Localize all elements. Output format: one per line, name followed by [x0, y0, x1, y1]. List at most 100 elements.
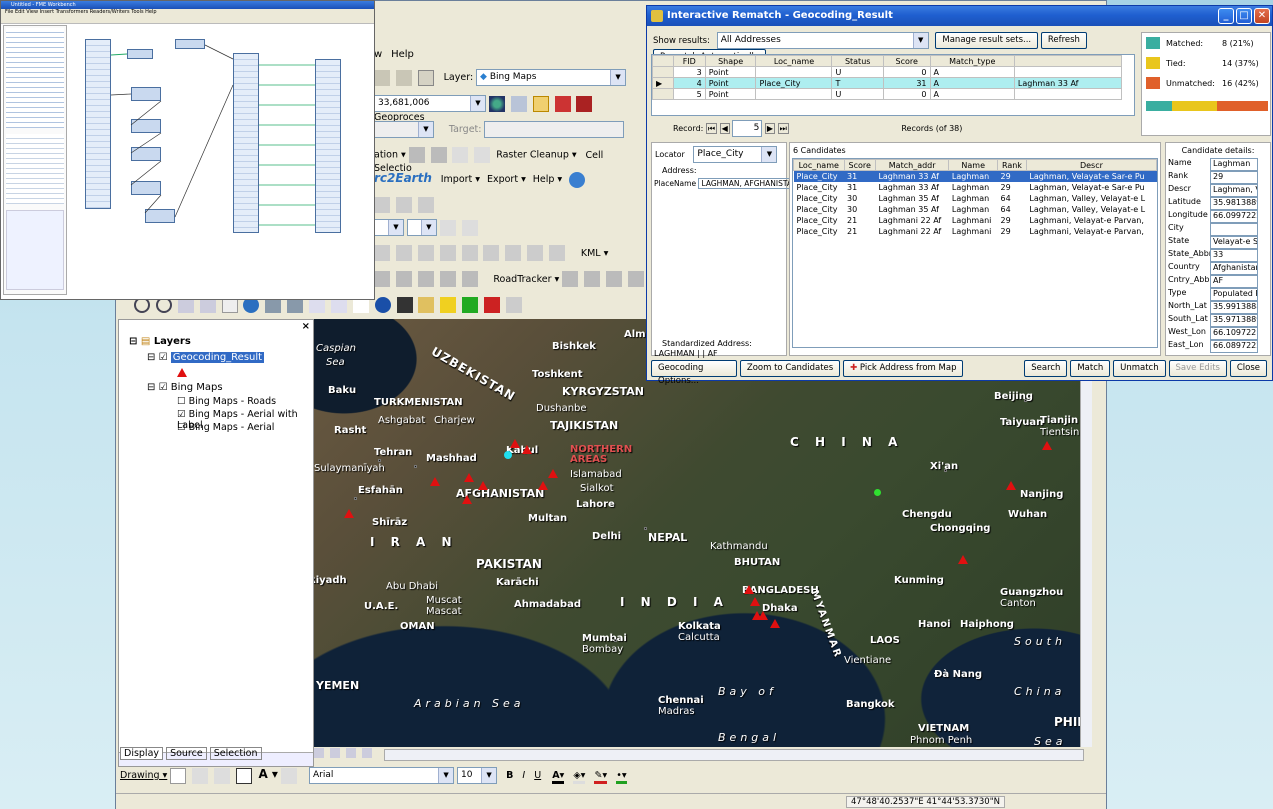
- candidate-point-marker[interactable]: [874, 489, 881, 496]
- toolbar-icon[interactable]: [374, 245, 390, 261]
- detail-value[interactable]: 66.0897222002: [1210, 340, 1258, 353]
- italic-button[interactable]: I: [522, 770, 525, 781]
- refresh-icon[interactable]: [345, 748, 356, 758]
- candidate-row[interactable]: Place_City 21 Laghmani 22 Af Laghmani 29 Lagh…: [794, 215, 1157, 226]
- toc-layer-bing-aerial[interactable]: ☐ Bing Maps - Aerial: [177, 422, 274, 433]
- zoom-to-candidates-button[interactable]: Zoom to Candidates: [739, 360, 841, 377]
- manage-result-sets-button[interactable]: Manage result sets...: [935, 32, 1039, 49]
- collapse-icon[interactable]: ⊟: [129, 336, 137, 347]
- layer-checkbox[interactable]: ☑: [177, 409, 186, 420]
- results-column-header[interactable]: Status: [831, 55, 884, 67]
- text-icon[interactable]: A ▾: [258, 767, 278, 781]
- target-dropdown[interactable]: [484, 121, 625, 138]
- placename-field[interactable]: LAGHMAN, AFGHANISTAN: [698, 178, 801, 189]
- toolbar-icon[interactable]: [374, 69, 390, 86]
- close-button[interactable]: Close: [1229, 360, 1267, 377]
- tool-dropdown[interactable]: ▼: [406, 219, 437, 236]
- detail-value[interactable]: 33: [1210, 249, 1258, 262]
- drawing-menu[interactable]: Drawing ▾: [120, 770, 167, 781]
- export-menu[interactable]: Export ▾: [487, 174, 526, 185]
- menu-view[interactable]: w: [374, 49, 382, 60]
- candidate-row[interactable]: Place_City 31 Laghman 33 Af Laghman 29 Laghma…: [794, 182, 1157, 193]
- toolbar-icon[interactable]: [562, 271, 579, 287]
- results-column-header[interactable]: Shape: [704, 55, 757, 67]
- measure-icon[interactable]: [418, 297, 435, 313]
- toolbar-icon[interactable]: [505, 245, 522, 261]
- candidates-column-header[interactable]: Descr: [1025, 159, 1157, 171]
- toc-layer-bing[interactable]: ⊟ ☑ Bing Maps: [147, 382, 223, 393]
- close-window-button[interactable]: ✕: [1254, 8, 1270, 24]
- pointer-icon[interactable]: [170, 767, 187, 784]
- results-column-header[interactable]: Score: [882, 55, 931, 67]
- font-dropdown[interactable]: Arial ▼: [309, 767, 455, 784]
- collapse-icon[interactable]: ⊟: [147, 352, 155, 363]
- toolbar-icon[interactable]: [417, 197, 434, 213]
- down-arrow-icon[interactable]: [461, 271, 478, 287]
- results-table[interactable]: FID Shape Loc_name Status Score Match_type 3P…: [652, 55, 1123, 100]
- geocode-point-marker[interactable]: [478, 481, 488, 490]
- georeferencing-menu[interactable]: ation ▾: [374, 150, 406, 161]
- save-edits-button[interactable]: Save Edits: [1168, 360, 1227, 377]
- pick-address-button[interactable]: ✚ Pick Address from Map: [843, 360, 964, 377]
- geocode-point-marker[interactable]: [1042, 441, 1052, 450]
- font-size-dropdown[interactable]: 10 ▼: [457, 767, 498, 784]
- candidates-column-header[interactable]: Match_addr: [874, 159, 950, 171]
- row-selector[interactable]: [652, 88, 674, 100]
- geocode-point-marker[interactable]: [538, 481, 548, 490]
- toolbar-icon[interactable]: [627, 271, 644, 287]
- results-row[interactable]: 5 Point U 0 A: [652, 88, 1123, 100]
- toolbar-icon[interactable]: [417, 271, 434, 287]
- toolbar-icon[interactable]: [395, 197, 412, 213]
- geocoding-options-button[interactable]: Geocoding Options...: [651, 360, 737, 386]
- roadtracker-menu[interactable]: RoadTracker ▾: [493, 274, 559, 285]
- detail-value[interactable]: Populated Place: [1210, 288, 1258, 301]
- map-vscrollbar[interactable]: [1080, 319, 1092, 747]
- refresh-icon[interactable]: [569, 171, 586, 188]
- layer-checkbox[interactable]: ☑: [159, 352, 168, 363]
- candidates-column-header[interactable]: Score: [843, 159, 876, 171]
- map-hscrollbar[interactable]: [384, 749, 1084, 761]
- layer-dropdown[interactable]: ◆ Bing Maps ▼: [476, 69, 627, 86]
- geocode-point-marker[interactable]: [510, 439, 520, 448]
- toolbar-icon[interactable]: [439, 271, 456, 287]
- detail-value[interactable]: 35.9713889002: [1210, 314, 1258, 327]
- toolbar-icon[interactable]: [505, 297, 522, 313]
- task-dropdown[interactable]: ▼: [374, 121, 434, 138]
- flag-icon[interactable]: [462, 297, 479, 313]
- table-icon[interactable]: [510, 95, 527, 112]
- find-icon[interactable]: [396, 297, 413, 313]
- detail-value[interactable]: 29: [1210, 171, 1258, 184]
- layer-checkbox[interactable]: ☐: [177, 422, 186, 433]
- toolbar-icon[interactable]: [395, 69, 412, 86]
- toc-layer-geocoding[interactable]: ⊟ ☑ Geocoding_Result: [147, 352, 265, 363]
- results-column-header[interactable]: Loc_name: [755, 55, 833, 67]
- locator-dropdown[interactable]: Place_City ▼: [693, 146, 778, 163]
- geocode-point-marker[interactable]: [958, 555, 968, 564]
- toolbar-icon[interactable]: [395, 271, 412, 287]
- scale-dropdown[interactable]: 33,681,006 ▼: [374, 95, 486, 112]
- fme-transformer-gallery[interactable]: [6, 134, 64, 204]
- geocode-point-marker[interactable]: [744, 585, 754, 594]
- row-selector[interactable]: [652, 66, 674, 78]
- geocode-point-marker[interactable]: [344, 509, 354, 518]
- table-icon[interactable]: [461, 219, 478, 236]
- geocode-point-marker[interactable]: [770, 619, 780, 628]
- minimize-button[interactable]: _: [1218, 8, 1234, 24]
- menu-help[interactable]: Help: [391, 49, 414, 60]
- underline-button[interactable]: U: [534, 770, 541, 781]
- edit-vertices-icon[interactable]: [280, 767, 297, 784]
- detail-value[interactable]: Laghman: [1210, 158, 1258, 171]
- candidates-column-header[interactable]: Loc_name: [793, 159, 845, 171]
- tab-display[interactable]: Display: [120, 747, 164, 760]
- geocode-point-marker[interactable]: [548, 469, 558, 478]
- fme-menu-items[interactable]: File Edit View Insert Transformers Reade…: [5, 9, 157, 15]
- toc-close-icon[interactable]: ×: [302, 321, 310, 332]
- toolbar-icon[interactable]: [461, 245, 478, 261]
- geocode-point-marker[interactable]: [750, 597, 760, 606]
- detail-value[interactable]: Laghman, Velaj: [1210, 184, 1258, 197]
- line-color-icon[interactable]: ✎▾: [594, 770, 608, 784]
- detail-value[interactable]: 66.1097221997: [1210, 327, 1258, 340]
- detail-value[interactable]: [1210, 223, 1258, 236]
- candidates-column-header[interactable]: Name: [948, 159, 999, 171]
- maximize-button[interactable]: □: [1236, 8, 1252, 24]
